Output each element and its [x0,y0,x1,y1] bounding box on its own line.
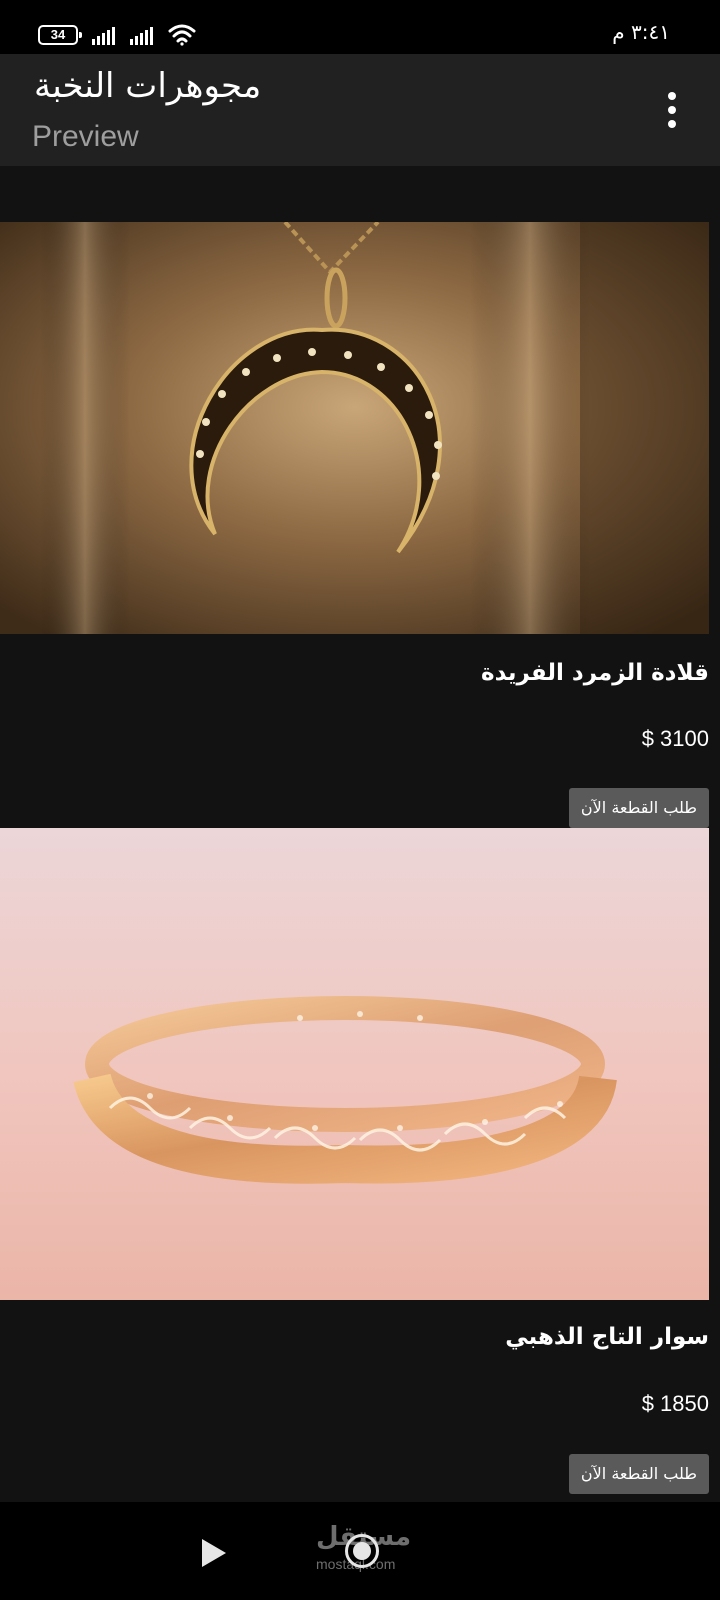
product-name: قلادة الزمرد الفريدة [481,660,709,686]
clock: ٣:٤١ م [612,20,670,44]
battery-level: 34 [50,27,66,42]
app-title: مجوهرات النخبة [34,66,262,106]
app-subtitle: Preview [32,120,139,153]
order-now-button[interactable]: طلب القطعة الآن [568,1454,709,1494]
bottom-bar: مستقل mostaql.com [0,1502,720,1600]
app-bar: مجوهرات النخبة Preview [0,54,720,166]
signal-icon-2 [130,25,160,45]
status-bar: 34 ٣:٤١ م [0,0,720,54]
more-vert-icon[interactable] [662,92,682,128]
product-name: سوار التاج الذهبي [505,1324,709,1350]
signal-icon [92,25,122,45]
product-price: $ 3100 [641,726,709,751]
product-list[interactable]: قلادة الزمرد الفريدة $ 3100 طلب القطعة ا… [0,166,720,1502]
play-icon[interactable] [202,1539,226,1567]
wifi-icon [168,24,196,46]
product-price: $ 1850 [641,1391,709,1416]
bracelet-image [0,828,709,1300]
home-circle-icon[interactable] [345,1534,379,1568]
battery-icon: 34 [38,25,82,45]
order-now-button[interactable]: طلب القطعة الآن [568,788,709,828]
necklace-image [0,222,709,634]
